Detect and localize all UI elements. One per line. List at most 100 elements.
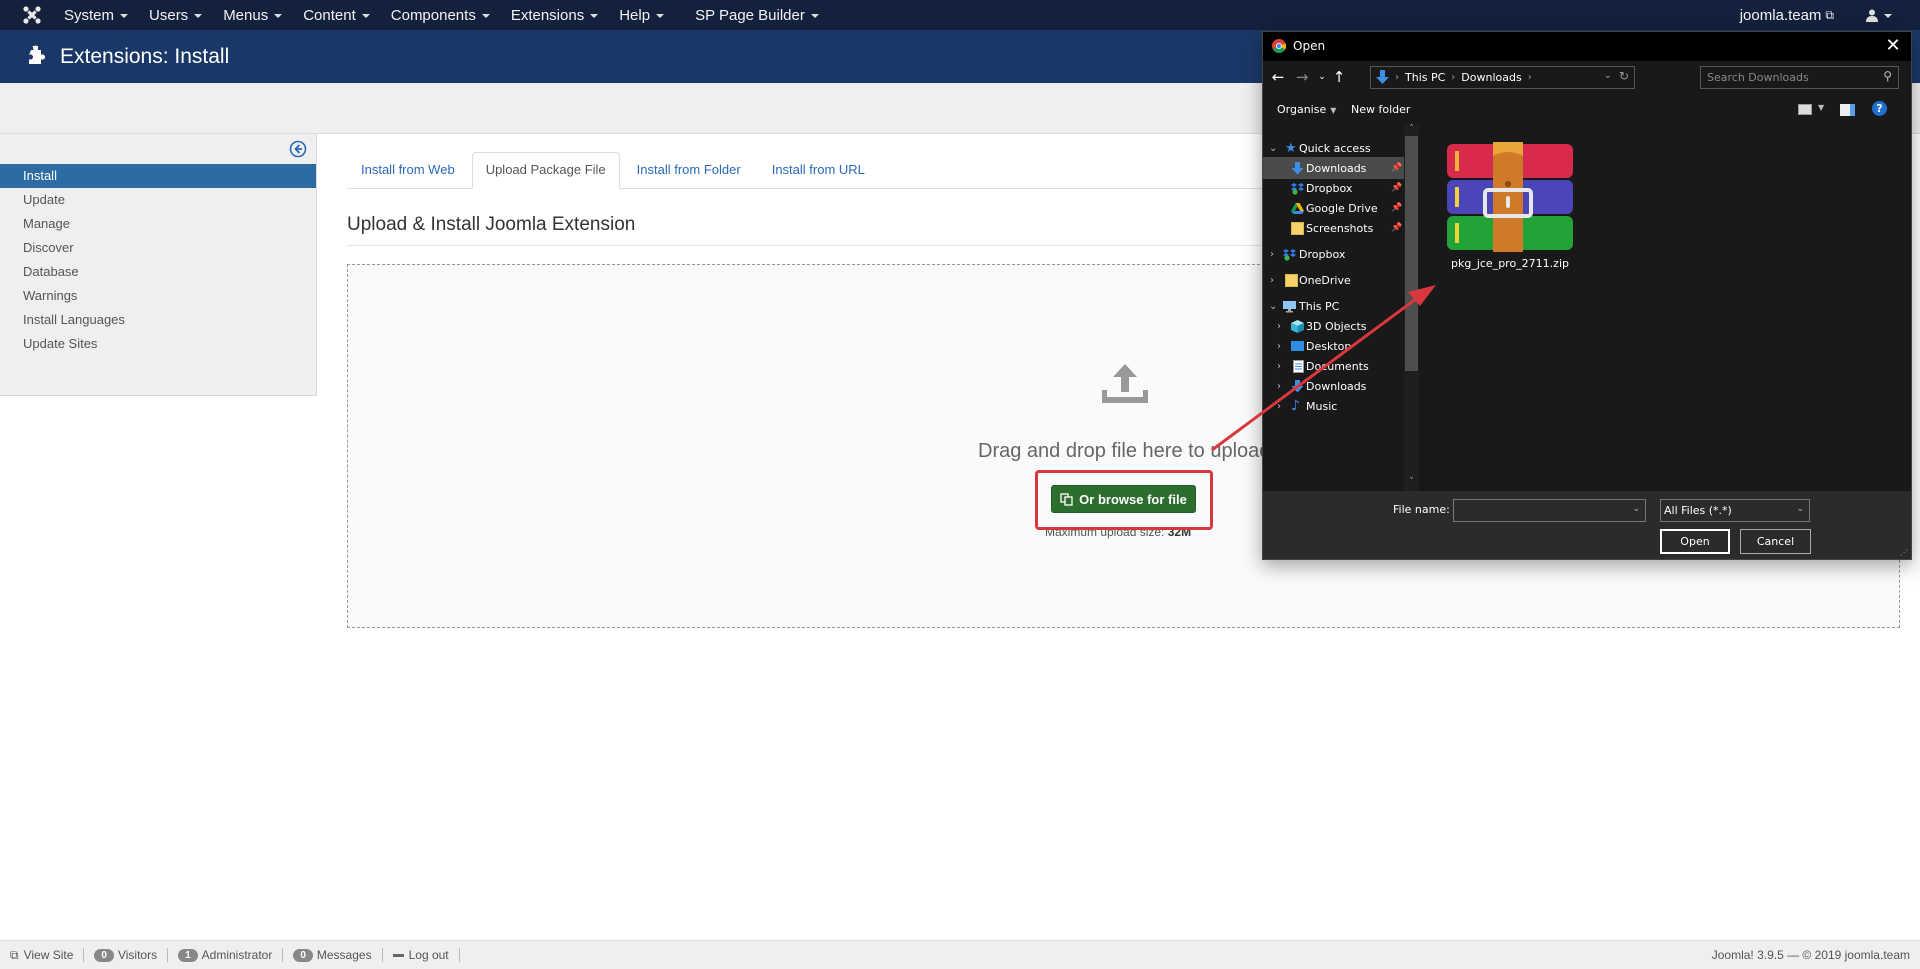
chevron-right-icon[interactable]: › <box>1277 361 1281 372</box>
caret-down-icon[interactable]: ▼ <box>1818 103 1824 112</box>
chevron-down-icon[interactable]: ⌄ <box>1632 504 1640 514</box>
file-item[interactable]: pkg_jce_pro_2711.zip <box>1440 137 1573 277</box>
nav-item-quick-access[interactable]: ⌄ ★ Quick access <box>1263 137 1405 159</box>
menu-label: Components <box>390 6 476 24</box>
collapse-sidebar-icon[interactable] <box>289 140 307 158</box>
menu-content[interactable]: Content <box>303 7 370 24</box>
menu-system[interactable]: System <box>64 7 129 24</box>
scroll-down-icon[interactable]: ˅ <box>1405 477 1418 487</box>
file-type-select[interactable]: All Files (*.*) ⌄ <box>1660 499 1810 522</box>
back-arrow-icon[interactable]: ← <box>1268 67 1288 87</box>
sidebar-item-database[interactable]: Database <box>0 260 316 284</box>
nav-item-desktop[interactable]: › Desktop <box>1263 335 1405 357</box>
chevron-right-icon[interactable]: › <box>1270 275 1274 286</box>
site-link[interactable]: joomla.team ⧉ <box>1740 7 1834 24</box>
chevron-right-icon[interactable]: › <box>1277 381 1281 392</box>
nav-item-music[interactable]: › ♪ Music <box>1263 395 1405 417</box>
nav-item-google-drive-pinned[interactable]: Google Drive 📌 <box>1263 197 1405 219</box>
computer-icon <box>1283 300 1296 312</box>
google-drive-icon <box>1291 202 1304 214</box>
breadcrumb-downloads[interactable]: Downloads <box>1461 71 1521 84</box>
tab-install-from-web[interactable]: Install from Web <box>347 152 469 188</box>
file-name-label: File name: <box>1393 503 1450 516</box>
user-menu[interactable] <box>1866 9 1892 22</box>
forward-arrow-icon[interactable]: → <box>1292 67 1312 87</box>
breadcrumb-this-pc[interactable]: This PC <box>1405 71 1445 84</box>
nav-item-dropbox-pinned[interactable]: Dropbox 📌 <box>1263 177 1405 199</box>
menu-menus[interactable]: Menus <box>223 7 283 24</box>
menu-sp-page-builder[interactable]: SP Page Builder <box>695 7 819 24</box>
joomla-logo-icon[interactable] <box>22 5 42 25</box>
menu-label: Content <box>303 6 356 24</box>
organise-label: Organise <box>1277 103 1327 116</box>
menu-help[interactable]: Help <box>619 7 665 24</box>
nav-scrollbar-thumb[interactable] <box>1405 136 1418 371</box>
search-input[interactable]: Search Downloads ⚲ <box>1700 66 1899 89</box>
admin-menu-bar: System Users Menus Content Components Ex… <box>0 0 1920 30</box>
open-button[interactable]: Open <box>1660 529 1730 554</box>
nav-item-this-pc[interactable]: ⌄ This PC <box>1263 295 1405 317</box>
sidebar-item-manage[interactable]: Manage <box>0 212 316 236</box>
download-arrow-icon <box>1376 70 1389 84</box>
file-name-input[interactable]: ⌄ <box>1453 499 1646 522</box>
cancel-button[interactable]: Cancel <box>1740 529 1811 554</box>
chevron-down-icon[interactable]: ⌄ <box>1269 143 1277 154</box>
sidebar-item-install[interactable]: Install <box>0 164 316 188</box>
nav-item-downloads[interactable]: › Downloads <box>1263 375 1405 397</box>
caret-down-icon <box>274 14 283 18</box>
nav-item-documents[interactable]: › Documents <box>1263 355 1405 377</box>
nav-item-dropbox[interactable]: › Dropbox <box>1263 243 1405 265</box>
new-folder-button[interactable]: New folder <box>1351 103 1410 116</box>
browse-for-file-button[interactable]: Or browse for file <box>1051 485 1196 513</box>
sidebar-item-discover[interactable]: Discover <box>0 236 316 260</box>
chevron-right-icon[interactable]: › <box>1277 321 1281 332</box>
logout-link[interactable]: Log out <box>383 948 460 962</box>
close-button[interactable]: ✕ <box>1881 34 1905 58</box>
tab-install-from-url[interactable]: Install from URL <box>758 152 879 188</box>
pin-icon: 📌 <box>1391 223 1403 233</box>
nav-label: Downloads <box>1306 379 1367 393</box>
nav-item-onedrive[interactable]: › OneDrive <box>1263 269 1405 291</box>
view-site-link[interactable]: ⧉ View Site <box>0 948 85 962</box>
nav-item-screenshots-pinned[interactable]: Screenshots 📌 <box>1263 217 1405 239</box>
sidebar-item-update-sites[interactable]: Update Sites <box>0 332 316 356</box>
upload-icon <box>1102 364 1148 403</box>
view-options-icon[interactable] <box>1798 104 1812 115</box>
drag-drop-text: Drag and drop file here to upload. <box>978 440 1276 462</box>
address-bar[interactable]: › This PC › Downloads › ⌄ ↻ <box>1370 66 1635 89</box>
sidebar-item-update[interactable]: Update <box>0 188 316 212</box>
dialog-titlebar[interactable]: Open ✕ <box>1263 32 1911 61</box>
messages-count-badge: 0 <box>293 948 313 962</box>
nav-label: 3D Objects <box>1306 319 1367 333</box>
pin-icon: 📌 <box>1391 163 1403 173</box>
menu-extensions[interactable]: Extensions <box>511 7 599 24</box>
organise-button[interactable]: Organise ▼ <box>1277 103 1336 116</box>
tab-install-from-folder[interactable]: Install from Folder <box>623 152 755 188</box>
chevron-down-icon[interactable]: ⌄ <box>1604 70 1612 81</box>
visitors-link[interactable]: 0 Visitors <box>84 948 169 962</box>
tab-upload-package-file[interactable]: Upload Package File <box>471 152 620 189</box>
file-open-dialog: Open ✕ ← → ⌄ ↑ › This PC › Downloads › ⌄… <box>1262 31 1912 560</box>
nav-item-3d-objects[interactable]: › 3D Objects <box>1263 315 1405 337</box>
help-icon[interactable]: ? <box>1872 101 1887 116</box>
up-arrow-icon[interactable]: ↑ <box>1329 67 1349 87</box>
nav-item-downloads-pinned[interactable]: Downloads 📌 <box>1263 157 1405 179</box>
refresh-icon[interactable]: ↻ <box>1619 69 1629 83</box>
chevron-down-icon: ⌄ <box>1796 504 1804 514</box>
preview-pane-icon[interactable] <box>1840 104 1855 116</box>
chevron-right-icon[interactable]: › <box>1277 401 1281 412</box>
menu-components[interactable]: Components <box>391 7 490 24</box>
chevron-right-icon[interactable]: › <box>1270 249 1274 260</box>
winrar-archive-icon <box>1447 142 1573 252</box>
chevron-down-icon[interactable]: ⌄ <box>1269 301 1277 312</box>
scroll-up-icon[interactable]: ˄ <box>1405 124 1418 134</box>
chevron-right-icon[interactable]: › <box>1277 341 1281 352</box>
resize-grip-icon[interactable]: ⋰ <box>1900 548 1908 557</box>
visitors-count-badge: 0 <box>94 948 114 962</box>
menu-users[interactable]: Users <box>149 7 203 24</box>
sidebar-item-install-languages[interactable]: Install Languages <box>0 308 316 332</box>
messages-link[interactable]: 0 Messages <box>283 948 383 962</box>
breadcrumb-separator-icon: › <box>1527 72 1532 83</box>
sidebar-item-warnings[interactable]: Warnings <box>0 284 316 308</box>
administrator-link[interactable]: 1 Administrator <box>168 948 284 962</box>
